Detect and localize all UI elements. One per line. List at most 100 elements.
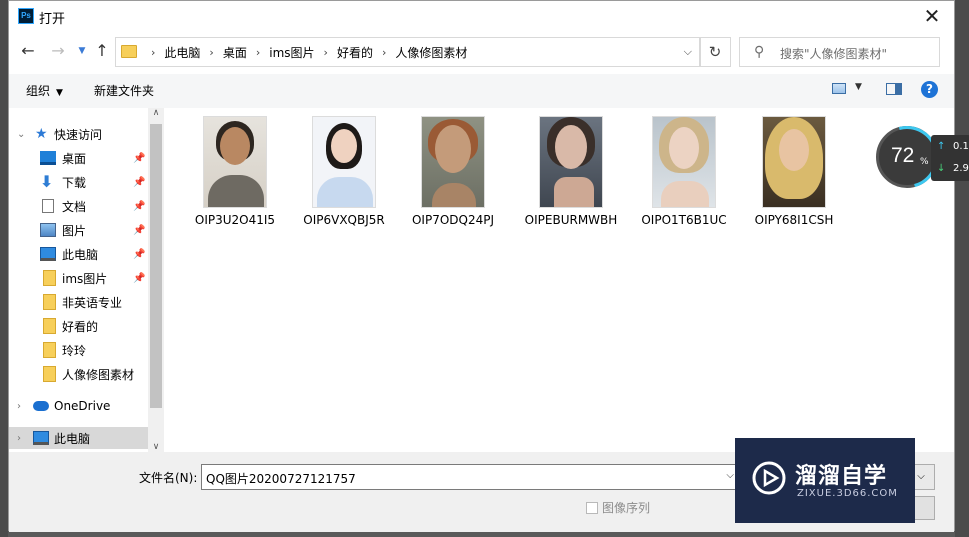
sidebar-item-quick-access[interactable]: ⌄ ★ 快速访问	[9, 123, 148, 145]
filename-value: QQ图片20200727121757	[206, 472, 356, 486]
sidebar-item-desktop[interactable]: 桌面 📌	[9, 147, 148, 169]
sidebar-item-ims-pictures[interactable]: ims图片 📌	[9, 267, 148, 289]
sidebar-item-downloads[interactable]: ⬇ 下载 📌	[9, 171, 148, 193]
file-item[interactable]: OIPEBURMWBH	[521, 116, 621, 229]
file-item[interactable]: OIPO1T6B1UC	[634, 116, 734, 229]
close-button[interactable]: ✕	[918, 4, 946, 28]
file-thumbnail	[539, 116, 603, 208]
sidebar-item-label: 文档	[62, 199, 87, 214]
preview-pane-icon[interactable]	[886, 83, 902, 95]
document-icon	[42, 199, 54, 213]
view-mode-icon[interactable]	[832, 83, 846, 94]
filename-input[interactable]: QQ图片20200727121757 ⌵	[201, 464, 741, 490]
pin-icon: 📌	[133, 200, 146, 212]
file-name: OIP6VXQBJ5R	[303, 213, 385, 227]
pin-icon: 📌	[133, 224, 146, 236]
navigation-pane: ⌄ ★ 快速访问 桌面 📌 ⬇ 下载 📌 文档 📌 图片 📌 此电脑 📌 ims…	[9, 108, 164, 452]
sidebar-item-pictures[interactable]: 图片 📌	[9, 219, 148, 241]
gauge-percent: 72	[891, 144, 915, 167]
search-icon: ⚲	[754, 44, 765, 60]
sidebar-item-onedrive[interactable]: › OneDrive	[9, 395, 148, 417]
desktop-icon	[40, 151, 56, 165]
sidebar-item-label: 此电脑	[54, 431, 91, 446]
breadcrumb-ims-pictures[interactable]: ims图片	[269, 44, 314, 61]
pin-icon: 📌	[133, 248, 146, 260]
image-sequence-checkbox[interactable]: 图像序列	[586, 499, 650, 516]
breadcrumb-desktop[interactable]: 桌面	[223, 44, 247, 61]
folder-icon	[43, 270, 56, 286]
folder-icon	[43, 342, 56, 358]
breadcrumb-separator-icon[interactable]: ›	[209, 46, 213, 59]
checkbox-box[interactable]	[586, 501, 598, 514]
new-folder-button[interactable]: 新建文件夹	[94, 82, 154, 99]
pictures-icon	[40, 223, 56, 237]
file-item[interactable]: OIP6VXQBJ5R	[294, 116, 394, 229]
sidebar-item-label: 桌面	[62, 151, 87, 166]
file-item[interactable]: OIP7ODQ24PJ	[403, 116, 503, 229]
search-placeholder: 搜索"人像修图素材"	[780, 47, 888, 61]
sidebar-item-label: 人像修图素材	[62, 367, 135, 382]
back-arrow-icon[interactable]: ←	[17, 40, 39, 62]
filename-dropdown-chevron-icon[interactable]: ⌵	[726, 470, 734, 481]
breadcrumb-separator-icon[interactable]: ›	[382, 46, 386, 59]
forward-arrow-icon[interactable]: →	[47, 40, 69, 62]
file-name: OIPO1T6B1UC	[641, 213, 727, 227]
sidebar-item-lingling[interactable]: 玲玲	[9, 339, 148, 361]
sidebar-item-non-english-major[interactable]: 非英语专业	[9, 291, 148, 313]
sidebar-item-documents[interactable]: 文档 📌	[9, 195, 148, 217]
address-dropdown-chevron-icon[interactable]: ⌵	[684, 45, 692, 59]
expand-arrow-icon[interactable]: ›	[17, 433, 21, 444]
help-icon[interactable]: ?	[921, 81, 938, 98]
organize-button[interactable]: 组织 ▼	[26, 82, 63, 99]
organize-label: 组织	[26, 84, 51, 98]
scrollbar-thumb[interactable]	[150, 124, 162, 408]
computer-icon	[40, 247, 56, 261]
up-arrow-icon[interactable]: ↑	[91, 40, 113, 62]
search-input[interactable]: ⚲ 搜索"人像修图素材"	[739, 37, 940, 67]
sidebar-item-portrait-materials[interactable]: 人像修图素材	[9, 363, 148, 385]
memory-gauge[interactable]: 72 %	[864, 114, 950, 200]
file-thumbnail	[421, 116, 485, 208]
download-speed: 2.9	[953, 163, 969, 174]
file-name: OIPY68I1CSH	[754, 213, 834, 227]
scroll-up-icon[interactable]: ∧	[148, 108, 164, 118]
file-item[interactable]: OIP3U2O41I5	[185, 116, 285, 229]
network-speed-panel: ↑ 0.1 ↓ 2.9	[931, 135, 969, 181]
screen: Ps 打开 ✕ ← → ▼ ↑ › 此电脑 › 桌面 › ims图片 › 好看的	[0, 0, 969, 537]
recent-locations-chevron-icon[interactable]: ▼	[71, 40, 93, 62]
breadcrumb-separator-icon[interactable]: ›	[324, 46, 328, 59]
sidebar-item-label: OneDrive	[54, 399, 111, 413]
star-icon: ★	[35, 126, 48, 142]
computer-icon	[33, 431, 49, 445]
sidebar-item-this-pc[interactable]: › 此电脑	[9, 427, 148, 449]
sidebar-item-good-looking[interactable]: 好看的	[9, 315, 148, 337]
expand-arrow-icon[interactable]: ⌄	[17, 129, 25, 140]
pin-icon: 📌	[133, 152, 146, 164]
scroll-down-icon[interactable]: ∨	[148, 442, 164, 452]
file-thumbnail	[203, 116, 267, 208]
watermark-title: 溜溜自学	[795, 464, 888, 489]
dialog-title: 打开	[39, 12, 66, 27]
folder-icon	[43, 294, 56, 310]
breadcrumb-good-looking[interactable]: 好看的	[337, 44, 373, 61]
file-name: OIPEBURMWBH	[524, 213, 618, 227]
expand-arrow-icon[interactable]: ›	[17, 401, 21, 412]
command-toolbar: 组织 ▼ 新建文件夹 ▼ ?	[9, 74, 954, 108]
address-bar[interactable]: › 此电脑 › 桌面 › ims图片 › 好看的 › 人像修图素材 ⌵	[115, 37, 701, 67]
breadcrumb-separator-icon[interactable]: ›	[256, 46, 260, 59]
sidebar-item-label: 好看的	[62, 319, 99, 334]
view-options-caret-icon[interactable]: ▼	[855, 82, 862, 92]
file-item[interactable]: OIPY68I1CSH	[744, 116, 844, 229]
watermark-subtitle: ZIXUE.3D66.COM	[797, 488, 898, 499]
breadcrumb-this-pc[interactable]: 此电脑	[164, 44, 200, 61]
play-logo-icon	[752, 461, 786, 495]
sidebar-item-this-pc-quick[interactable]: 此电脑 📌	[9, 243, 148, 265]
gauge-percent-sign: %	[920, 157, 929, 167]
breadcrumb-portrait-materials[interactable]: 人像修图素材	[395, 44, 467, 61]
filename-label: 文件名(N):	[139, 471, 198, 485]
cloud-icon	[33, 401, 49, 411]
image-sequence-label: 图像序列	[602, 501, 651, 515]
pin-icon: 📌	[133, 176, 146, 188]
sidebar-scrollbar[interactable]: ∧ ∨	[148, 108, 164, 452]
refresh-button[interactable]: ↻	[699, 37, 731, 67]
